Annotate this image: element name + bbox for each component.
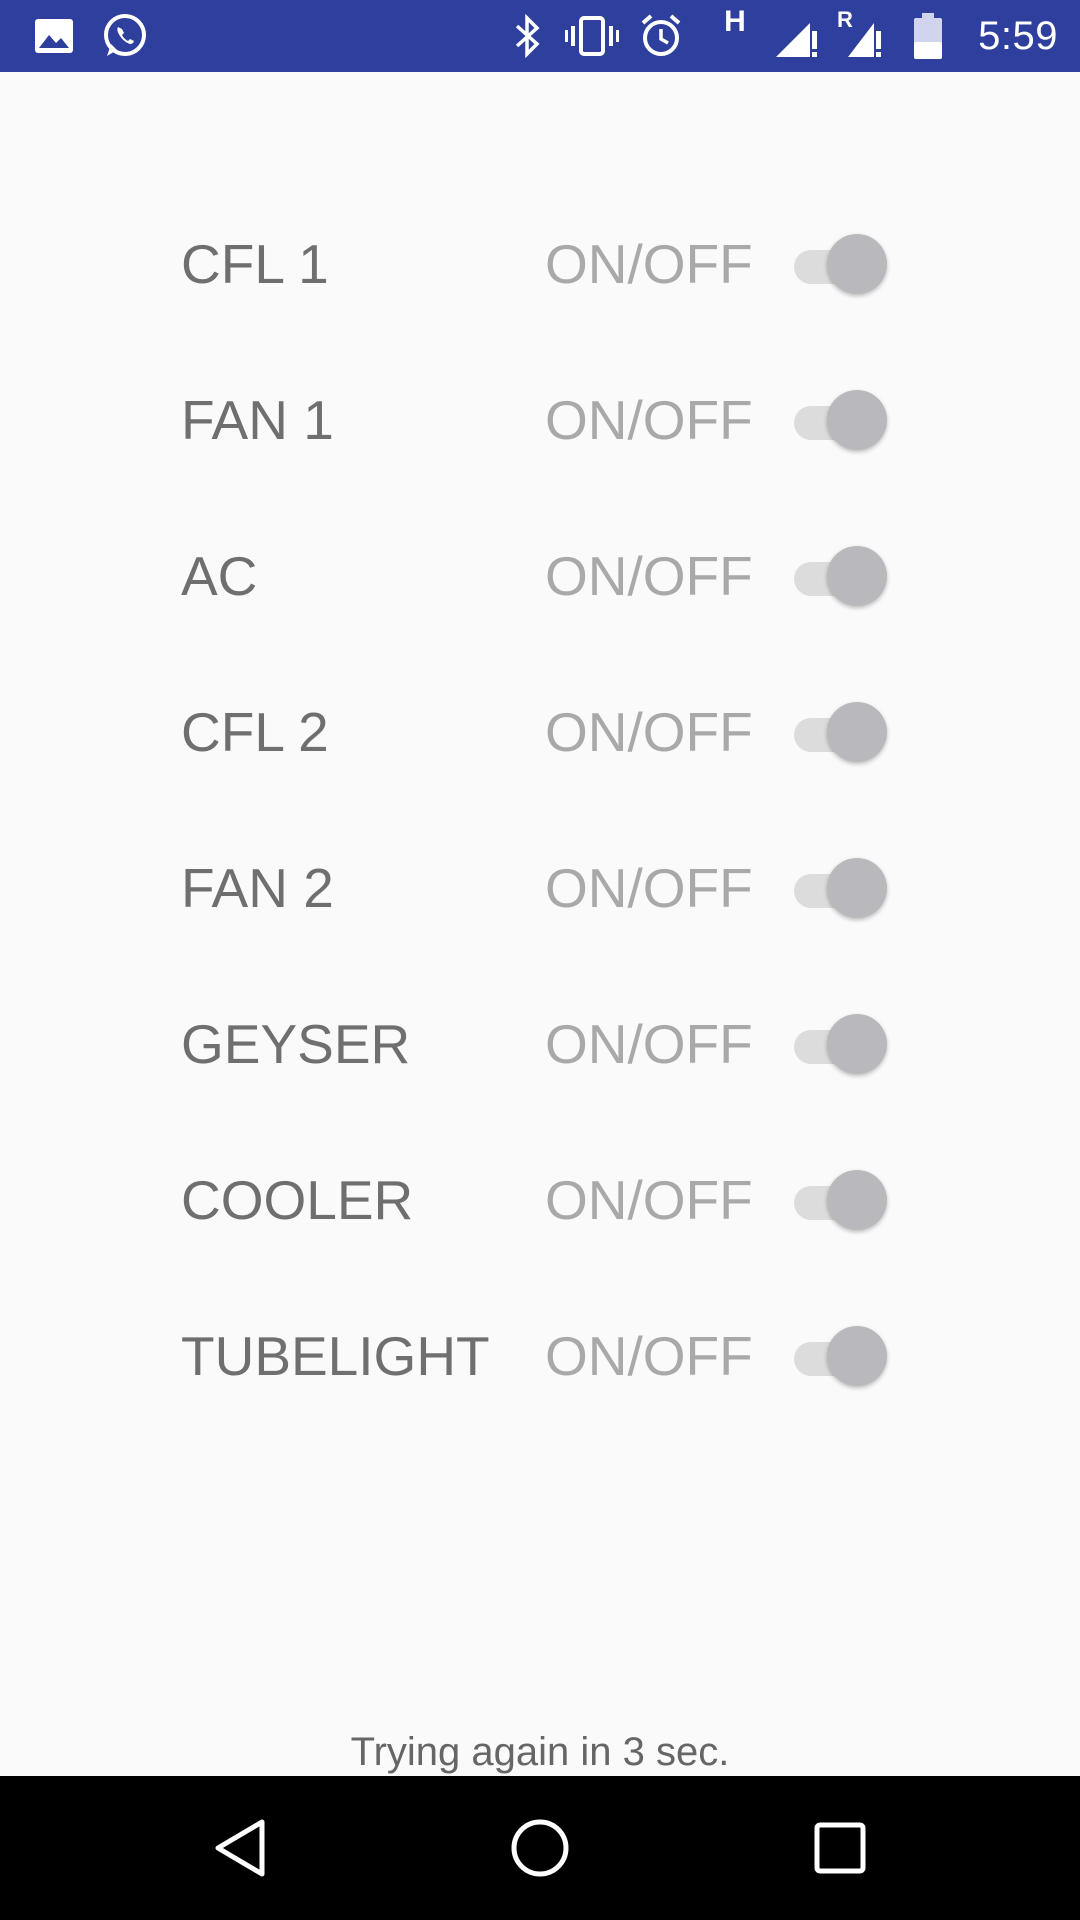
switch-thumb [827, 1170, 887, 1230]
status-bar: H R 5:59 [0, 0, 1080, 72]
on-off-label: ON/OFF [545, 389, 753, 451]
on-off-label: ON/OFF [545, 1325, 753, 1387]
on-off-label: ON/OFF [545, 1013, 753, 1075]
recents-button[interactable] [760, 1776, 920, 1920]
battery-icon [910, 0, 946, 72]
device-row-geyser: GEYSER ON/OFF [0, 994, 1080, 1094]
on-off-label: ON/OFF [545, 701, 753, 763]
back-button[interactable] [160, 1776, 320, 1920]
device-row-cfl-1: CFL 1 ON/OFF [0, 214, 1080, 314]
device-row-cfl-2: CFL 2 ON/OFF [0, 682, 1080, 782]
device-label: CFL 1 [181, 233, 329, 295]
alarm-icon [636, 0, 686, 72]
device-row-tubelight: TUBELIGHT ON/OFF [0, 1306, 1080, 1406]
bluetooth-icon [508, 0, 548, 72]
home-button[interactable] [460, 1776, 620, 1920]
home-icon [511, 1819, 569, 1877]
back-icon [215, 1819, 265, 1877]
device-row-fan-1: FAN 1 ON/OFF [0, 370, 1080, 470]
switch-thumb [827, 546, 887, 606]
retry-toast: Trying again in 3 sec. [350, 1730, 730, 1774]
toggle-switch-tubelight[interactable] [790, 1324, 890, 1388]
signal-roaming-icon [836, 0, 886, 72]
device-row-ac: AC ON/OFF [0, 526, 1080, 626]
status-time: 5:59 [978, 14, 1058, 58]
on-off-label: ON/OFF [545, 233, 753, 295]
device-label: FAN 1 [181, 389, 334, 451]
switch-thumb [827, 1014, 887, 1074]
signal-icon [772, 0, 822, 72]
on-off-label: ON/OFF [545, 545, 753, 607]
switch-thumb [827, 390, 887, 450]
toggle-switch-fan-1[interactable] [790, 388, 890, 452]
device-label: COOLER [181, 1169, 414, 1231]
toggle-switch-geyser[interactable] [790, 1012, 890, 1076]
device-label: TUBELIGHT [181, 1325, 490, 1387]
navigation-bar [0, 1776, 1080, 1920]
device-row-fan-2: FAN 2 ON/OFF [0, 838, 1080, 938]
toggle-switch-cfl-2[interactable] [790, 700, 890, 764]
whatsapp-icon [100, 0, 150, 72]
toggle-switch-fan-2[interactable] [790, 856, 890, 920]
device-label: AC [181, 545, 258, 607]
device-label: FAN 2 [181, 857, 334, 919]
vibrate-icon [562, 0, 622, 72]
toggle-switch-ac[interactable] [790, 544, 890, 608]
on-off-label: ON/OFF [545, 1169, 753, 1231]
switch-thumb [827, 858, 887, 918]
on-off-label: ON/OFF [545, 857, 753, 919]
recents-icon [814, 1822, 866, 1874]
switch-thumb [827, 702, 887, 762]
switch-thumb [827, 1326, 887, 1386]
image-icon [32, 0, 76, 72]
device-row-cooler: COOLER ON/OFF [0, 1150, 1080, 1250]
device-label: CFL 2 [181, 701, 329, 763]
switch-thumb [827, 234, 887, 294]
toggle-switch-cooler[interactable] [790, 1168, 890, 1232]
network-type-label: H [724, 5, 746, 38]
toggle-switch-cfl-1[interactable] [790, 232, 890, 296]
device-label: GEYSER [181, 1013, 411, 1075]
